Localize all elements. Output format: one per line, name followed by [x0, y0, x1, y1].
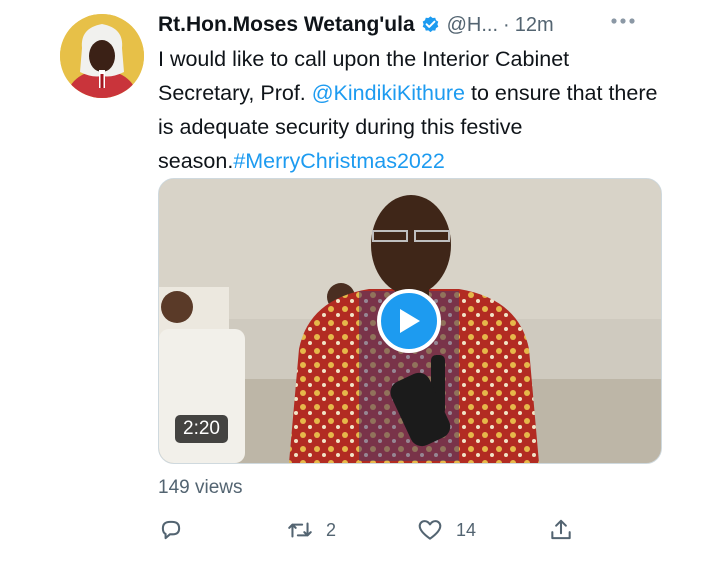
play-button[interactable] [377, 289, 441, 353]
view-count[interactable]: 149 views [158, 477, 243, 499]
like-count: 14 [456, 519, 477, 540]
author-name[interactable]: Rt.Hon.Moses Wetang'ula [158, 13, 415, 37]
retweet-icon [286, 517, 314, 543]
retweet-count: 2 [326, 519, 337, 540]
reply-button[interactable] [158, 512, 184, 548]
timestamp[interactable]: 12m [515, 14, 554, 37]
tweet-text: I would like to call upon the Interior C… [158, 42, 658, 178]
video-duration: 2:20 [175, 415, 228, 443]
tweet-actions: 2 14 [158, 512, 578, 548]
like-icon [416, 517, 444, 543]
more-horizontal-icon[interactable] [606, 9, 640, 33]
reply-icon [158, 517, 184, 543]
like-button[interactable]: 14 [416, 512, 476, 548]
separator-dot: · [503, 13, 510, 36]
share-icon [548, 517, 574, 543]
play-icon [400, 309, 420, 333]
mention-link[interactable]: @KindikiKithure [312, 81, 465, 105]
hashtag-link[interactable]: #MerryChristmas2022 [233, 149, 444, 173]
retweet-button[interactable]: 2 [286, 512, 336, 548]
video-player[interactable]: 2:20 [158, 178, 662, 464]
author-handle[interactable]: @H... [447, 14, 498, 37]
verified-badge-icon [420, 15, 441, 36]
avatar[interactable] [60, 14, 144, 98]
avatar-image [60, 14, 144, 98]
share-button[interactable] [548, 512, 574, 548]
